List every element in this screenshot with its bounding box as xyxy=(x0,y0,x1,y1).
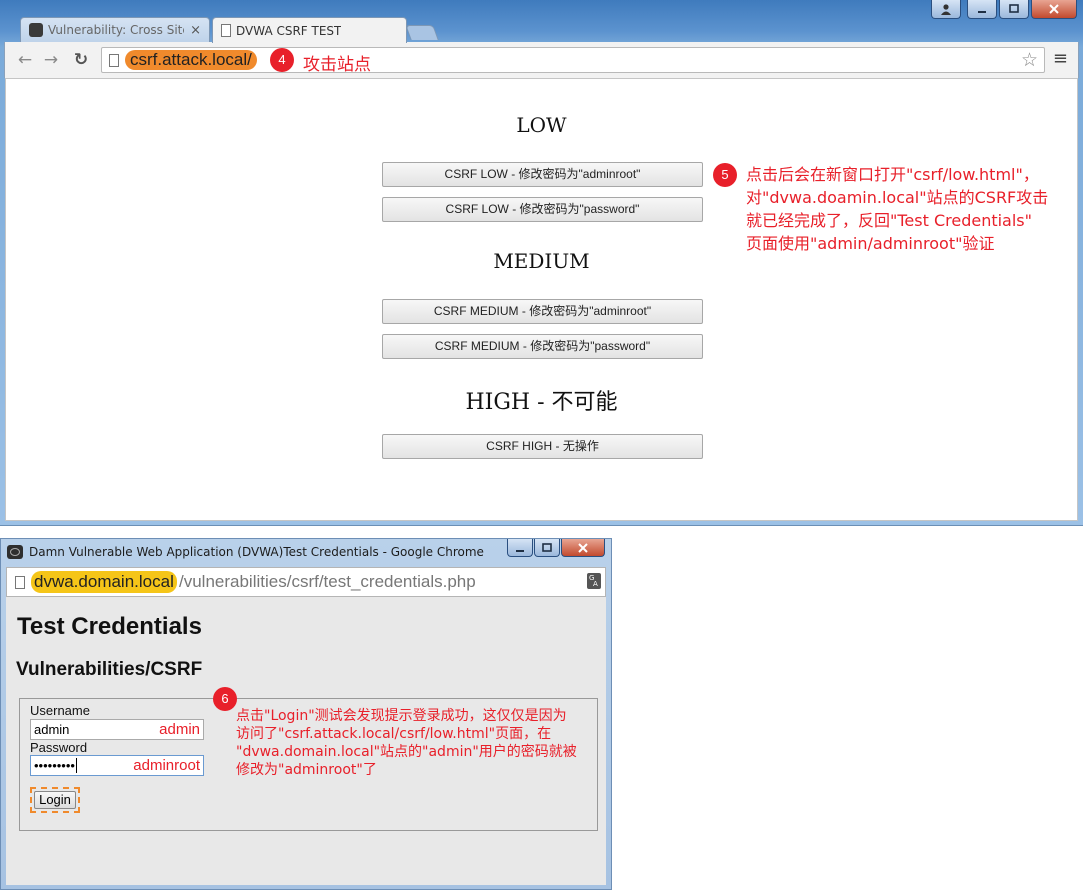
back-arrow-icon[interactable]: ← xyxy=(15,50,35,70)
password-value: ••••••••• xyxy=(34,758,75,773)
test-credentials-page: Test Credentials Vulnerabilities/CSRF Us… xyxy=(6,597,606,885)
test-credentials-window: Damn Vulnerable Web Application (DVWA)Te… xyxy=(0,538,612,890)
annotation-5-line: 对"dvwa.doamin.local"站点的CSRF攻击 xyxy=(746,188,1049,207)
minimize-icon[interactable] xyxy=(967,0,997,19)
page-icon xyxy=(15,576,25,589)
annotation-4-text: 攻击站点 xyxy=(303,55,371,75)
new-tab-button[interactable] xyxy=(405,25,439,40)
maximize-icon[interactable] xyxy=(534,539,560,557)
tab-title: DVWA CSRF TEST xyxy=(236,23,342,38)
tab-title: Vulnerability: Cross Site xyxy=(48,23,185,37)
annotation-badge-4: 4 xyxy=(270,48,294,72)
annotation-5-line: 页面使用"admin/adminroot"验证 xyxy=(746,234,995,253)
tab-vulnerability-xss[interactable]: Vulnerability: Cross Site × xyxy=(20,17,210,42)
password-input[interactable]: ••••••••• adminroot xyxy=(30,755,204,776)
main-browser-window: Vulnerability: Cross Site × DVWA CSRF TE… xyxy=(0,0,1083,526)
login-form: Username admin admin Password ••••••••• … xyxy=(19,687,598,831)
browser-toolbar: ← → ↻ csrf.attack.local/ 4 攻击站点 ☆ ≡ xyxy=(4,42,1079,78)
bookmark-star-icon[interactable]: ☆ xyxy=(1021,49,1038,71)
address-bar[interactable]: csrf.attack.local/ 4 攻击站点 ☆ xyxy=(101,47,1045,75)
url-text: csrf.attack.local/ xyxy=(125,50,257,70)
annotation-5-line: 就已经完成了，反回"Test Credentials" xyxy=(746,211,1033,230)
user-icon[interactable] xyxy=(931,0,961,19)
window-controls xyxy=(931,0,1077,19)
dvwa-favicon xyxy=(7,545,23,559)
page-title: Test Credentials xyxy=(17,613,202,640)
url-host: dvwa.domain.local xyxy=(31,571,177,593)
username-label: Username xyxy=(30,703,90,718)
annotation-badge-5: 5 xyxy=(713,163,737,187)
svg-text:A: A xyxy=(593,580,598,587)
username-input[interactable]: admin admin xyxy=(30,719,204,740)
csrf-test-page: LOW CSRF LOW - 修改密码为"adminroot" CSRF LOW… xyxy=(5,78,1078,521)
section-heading-low: LOW xyxy=(516,113,567,137)
minimize-icon[interactable] xyxy=(507,539,533,557)
csrf-medium-password-button[interactable]: CSRF MEDIUM - 修改密码为"password" xyxy=(382,334,703,359)
username-annotation: admin xyxy=(159,721,200,738)
annotation-5-text: 点击后会在新窗口打开"csrf/low.html"， 对"dvwa.doamin… xyxy=(746,163,1048,255)
password-label: Password xyxy=(30,740,88,755)
annotation-6-line: 访问了"csrf.attack.local/csrf/low.html"页面，在 xyxy=(236,726,552,742)
close-icon[interactable] xyxy=(1031,0,1077,19)
reload-icon[interactable]: ↻ xyxy=(71,50,91,70)
annotation-5-line: 点击后会在新窗口打开"csrf/low.html"， xyxy=(746,165,1039,184)
csrf-medium-adminroot-button[interactable]: CSRF MEDIUM - 修改密码为"adminroot" xyxy=(382,299,703,324)
csrf-high-button[interactable]: CSRF HIGH - 无操作 xyxy=(382,434,703,459)
chrome-menu-icon[interactable]: ≡ xyxy=(1053,50,1068,68)
page-subtitle: Vulnerabilities/CSRF xyxy=(16,659,203,680)
close-icon[interactable] xyxy=(561,539,605,557)
password-annotation: adminroot xyxy=(133,757,200,774)
dvwa-favicon xyxy=(29,23,43,37)
annotation-badge-6: 6 xyxy=(213,687,237,711)
forward-arrow-icon[interactable]: → xyxy=(41,50,61,70)
login-button-highlight: Login xyxy=(30,787,80,813)
page-icon xyxy=(221,24,231,37)
translate-icon[interactable]: GA xyxy=(587,573,601,589)
section-heading-high: HIGH - 不可能 xyxy=(465,390,618,415)
tab-close-icon[interactable]: × xyxy=(184,23,201,38)
popup-address-bar[interactable]: dvwa.domain.local /vulnerabilities/csrf/… xyxy=(6,567,606,597)
page-icon xyxy=(109,54,119,67)
username-value: admin xyxy=(34,722,70,737)
window-title: Damn Vulnerable Web Application (DVWA)Te… xyxy=(29,545,484,559)
annotation-6-line: "dvwa.domain.local"站点的"admin"用户的密码就被 xyxy=(236,744,577,760)
annotation-6-text: 点击"Login"测试会发现提示登录成功，这仅仅是因为 访问了"csrf.att… xyxy=(236,707,577,779)
window-controls xyxy=(507,539,605,557)
csrf-low-password-button[interactable]: CSRF LOW - 修改密码为"password" xyxy=(382,197,703,222)
tab-dvwa-csrf-test[interactable]: DVWA CSRF TEST xyxy=(212,17,407,43)
csrf-low-adminroot-button[interactable]: CSRF LOW - 修改密码为"adminroot" xyxy=(382,162,703,187)
annotation-6-line: 点击"Login"测试会发现提示登录成功，这仅仅是因为 xyxy=(236,708,567,724)
url-path: /vulnerabilities/csrf/test_credentials.p… xyxy=(179,572,476,591)
maximize-icon[interactable] xyxy=(999,0,1029,19)
login-button[interactable]: Login xyxy=(34,791,76,809)
annotation-6-line: 修改为"adminroot"了 xyxy=(236,762,377,778)
